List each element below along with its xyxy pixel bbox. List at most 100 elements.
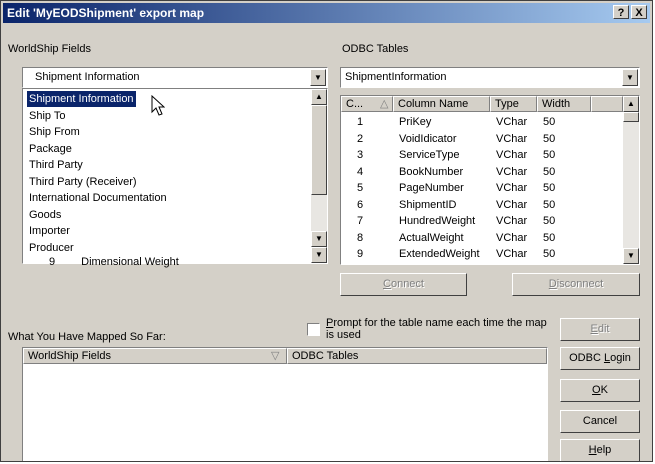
column-header-number[interactable]: C... △ <box>341 96 393 112</box>
table-cell: ServiceType <box>399 149 460 161</box>
scroll-thumb[interactable] <box>623 112 639 122</box>
list-item[interactable]: Importer <box>27 223 72 239</box>
scroll-thumb[interactable] <box>311 105 327 195</box>
table-cell: 1 <box>357 116 364 128</box>
column-header-width[interactable]: Width <box>537 96 591 112</box>
table-cell: HundredWeight <box>399 215 476 227</box>
table-cell: PriKey <box>399 116 432 128</box>
combo-value: ShipmentInformation <box>345 71 447 83</box>
column-header-type[interactable]: Type <box>490 96 537 112</box>
worldship-fields-list[interactable]: Shipment Information Ship To Ship From Pack… <box>22 88 328 268</box>
table-cell: VChar <box>496 116 528 128</box>
table-cell: VChar <box>496 149 528 161</box>
mouse-cursor-icon <box>151 95 165 116</box>
columns-scrollbar[interactable]: ▲ ▼ <box>623 96 639 264</box>
table-cell: 50 <box>543 231 556 244</box>
table-cell: 50 <box>543 165 556 178</box>
title-bar: Edit 'MyEODShipment' export map ? X <box>3 3 650 23</box>
table-cell: 5 <box>357 182 364 194</box>
list-scrollbar[interactable]: ▲ ▼ ▼ <box>311 89 327 263</box>
table-cell: VChar <box>496 132 528 145</box>
list-item[interactable]: Third Party <box>27 157 85 173</box>
table-cell: 50 <box>543 132 556 145</box>
table-cell: BookNumber <box>399 165 464 178</box>
table-cell: VChar <box>496 165 528 178</box>
scroll-down-icon[interactable]: ▼ <box>311 247 327 263</box>
table-cell: 50 <box>543 182 556 194</box>
column-header-name[interactable]: Column Name <box>393 96 490 112</box>
table-row[interactable]: 3 ServiceType VChar 50 <box>341 147 623 163</box>
close-button[interactable]: X <box>631 5 647 19</box>
partial-list-item[interactable]: 9 Dimensional Weight <box>47 254 181 270</box>
table-row[interactable]: 8 ActualWeight VChar 50 <box>341 230 623 246</box>
worldship-fields-combo[interactable]: Shipment Information ▼ <box>22 67 328 88</box>
mapped-so-far-label: What You Have Mapped So Far: <box>8 331 166 343</box>
scroll-down-icon[interactable]: ▼ <box>311 231 327 247</box>
list-item[interactable]: Third Party (Receiver) <box>27 174 139 190</box>
list-item[interactable]: Goods <box>27 207 63 223</box>
window-title: Edit 'MyEODShipment' export map <box>7 6 205 20</box>
table-cell: 7 <box>357 215 364 227</box>
scroll-down-icon[interactable]: ▼ <box>623 248 639 264</box>
help-button[interactable]: Help <box>560 439 640 461</box>
odbc-tables-label: ODBC Tables <box>342 43 409 55</box>
connect-button[interactable]: Connect <box>340 273 467 296</box>
column-header-filler <box>591 96 623 112</box>
table-cell: ActualWeight <box>399 231 464 244</box>
table-row[interactable]: 5 PageNumber VChar 50 <box>341 180 623 196</box>
table-cell: 50 <box>543 116 556 128</box>
table-cell: VChar <box>496 198 528 211</box>
table-cell: 50 <box>543 248 556 260</box>
table-row[interactable]: 4 BookNumber VChar 50 <box>341 164 623 180</box>
table-row[interactable]: 1 PriKey VChar 50 <box>341 114 623 130</box>
dropdown-arrow-icon[interactable]: ▼ <box>310 69 326 86</box>
sort-icon: △ <box>380 98 389 110</box>
worldship-fields-label: WorldShip Fields <box>8 43 91 55</box>
table-cell: VChar <box>496 231 528 244</box>
table-cell: PageNumber <box>399 182 464 194</box>
scroll-up-icon[interactable]: ▲ <box>623 96 639 112</box>
combo-value: Shipment Information <box>35 71 140 83</box>
dropdown-arrow-icon[interactable]: ▼ <box>622 69 638 86</box>
odbc-login-button[interactable]: ODBC Login <box>560 347 640 370</box>
table-cell: ShipmentID <box>399 198 457 211</box>
prompt-table-name-label[interactable]: Prompt for the table name each time the … <box>326 317 547 341</box>
table-cell: VoidIdicator <box>399 132 457 145</box>
table-cell: 50 <box>543 198 556 211</box>
odbc-tables-combo[interactable]: ShipmentInformation ▼ <box>340 67 640 88</box>
mapped-header-worldship[interactable]: WorldShip Fields ▽ <box>23 348 287 364</box>
table-cell: VChar <box>496 248 528 260</box>
list-item[interactable]: International Documentation <box>27 190 169 206</box>
table-row[interactable]: 2 VoidIdicator VChar 50 <box>341 131 623 147</box>
table-cell: 2 <box>357 132 364 145</box>
list-item[interactable]: Ship From <box>27 124 82 140</box>
table-cell: 50 <box>543 215 556 227</box>
table-cell: VChar <box>496 182 528 194</box>
table-cell: 3 <box>357 149 364 161</box>
scroll-up-icon[interactable]: ▲ <box>311 89 327 105</box>
ok-button[interactable]: OK <box>560 379 640 402</box>
export-map-dialog: Edit 'MyEODShipment' export map ? X Worl… <box>0 0 653 462</box>
table-cell: 9 <box>357 248 364 260</box>
table-row[interactable]: 9 ExtendedWeight VChar 50 <box>341 246 623 262</box>
cancel-button[interactable]: Cancel <box>560 410 640 433</box>
table-cell: 6 <box>357 198 364 211</box>
sort-desc-icon: ▽ <box>271 350 280 362</box>
list-item[interactable]: Ship To <box>27 108 68 124</box>
disconnect-button[interactable]: Disconnect <box>512 273 640 296</box>
mapped-header-odbc[interactable]: ODBC Tables <box>287 348 547 364</box>
table-row[interactable]: 6 ShipmentID VChar 50 <box>341 197 623 213</box>
mapped-fields-list[interactable]: WorldShip Fields ▽ ODBC Tables <box>22 347 548 461</box>
table-cell: VChar <box>496 215 528 227</box>
table-cell: 8 <box>357 231 364 244</box>
prompt-table-name-checkbox[interactable] <box>307 323 320 336</box>
table-cell: 50 <box>543 149 556 161</box>
odbc-columns-list[interactable]: C... △ Column Name Type Width 1 PriKey VCh… <box>340 95 640 265</box>
list-item[interactable]: Package <box>27 141 74 157</box>
help-title-button[interactable]: ? <box>613 5 629 19</box>
table-cell: ExtendedWeight <box>399 248 480 260</box>
table-row[interactable]: 7 HundredWeight VChar 50 <box>341 213 623 229</box>
list-item[interactable]: Shipment Information <box>27 91 136 107</box>
edit-button[interactable]: Edit <box>560 318 640 341</box>
table-cell: 4 <box>357 165 364 178</box>
